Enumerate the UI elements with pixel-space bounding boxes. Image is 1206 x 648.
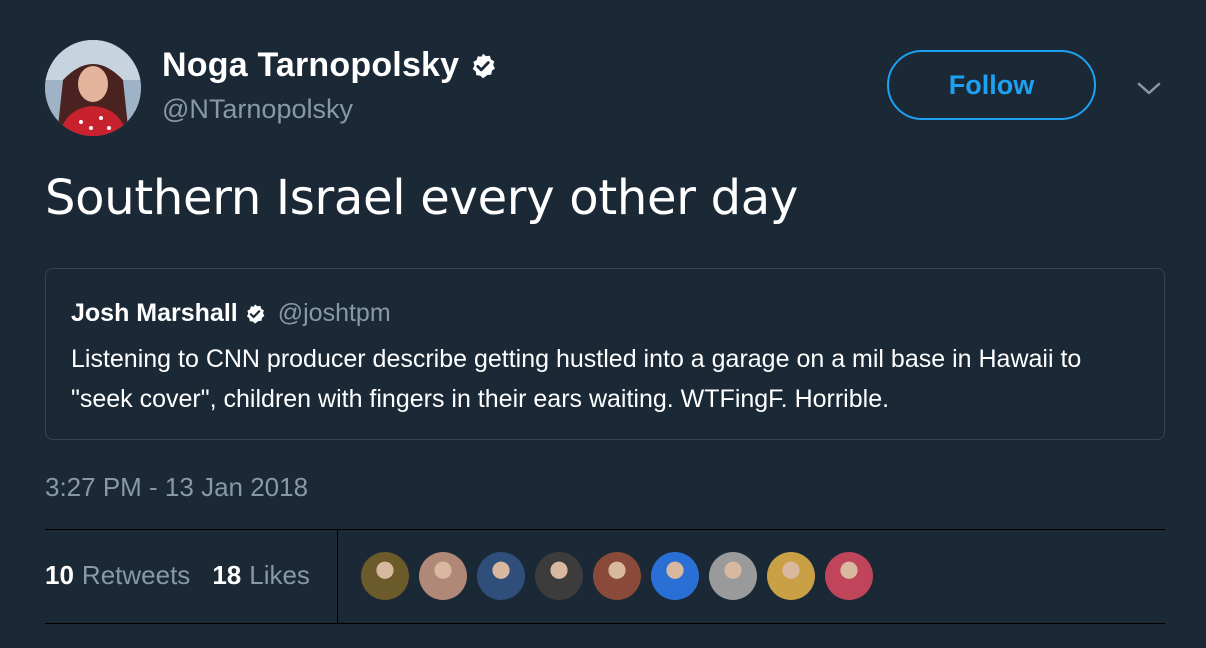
user-avatar-icon [45, 40, 141, 136]
liker-avatar-4-icon[interactable] [535, 552, 583, 600]
quoted-tweet-text: Listening to CNN producer describe getti… [71, 345, 1082, 413]
liker-avatar-2-icon[interactable] [419, 552, 467, 600]
divider-top [45, 529, 1165, 530]
divider-bottom [45, 623, 1165, 624]
liker-avatar-5-icon[interactable] [593, 552, 641, 600]
tweet-timestamp[interactable]: 3:27 PM - 13 Jan 2018 [45, 472, 308, 503]
verified-badge-icon [246, 303, 265, 324]
follow-button[interactable]: Follow [887, 50, 1096, 120]
likes-label[interactable]: Likes [249, 560, 310, 591]
liker-avatar-9-icon[interactable] [825, 552, 873, 600]
liker-avatar-3-icon[interactable] [477, 552, 525, 600]
author-name-row[interactable]: Noga Tarnopolsky [162, 46, 497, 85]
likes-count[interactable]: 18 [212, 560, 241, 591]
liker-avatars [361, 552, 883, 600]
stats-separator [337, 530, 338, 623]
author-avatar[interactable] [45, 40, 141, 136]
liker-avatar-6-icon[interactable] [651, 552, 699, 600]
tweet-stats: 10 Retweets 18 Likes [45, 560, 332, 591]
retweets-label[interactable]: Retweets [82, 560, 190, 591]
author-handle[interactable]: @NTarnopolsky [162, 94, 353, 125]
chevron-down-icon[interactable] [1135, 78, 1163, 98]
quoted-author-handle: @joshtpm [277, 299, 391, 327]
quoted-tweet-header: Josh Marshall @joshtpm [71, 299, 391, 328]
liker-avatar-1-icon[interactable] [361, 552, 409, 600]
quoted-author-name: Josh Marshall [71, 299, 238, 327]
verified-badge-icon [473, 53, 496, 78]
liker-avatar-7-icon[interactable] [709, 552, 757, 600]
tweet-text: Southern Israel every other day [45, 170, 799, 226]
author-name[interactable]: Noga Tarnopolsky [162, 46, 459, 85]
liker-avatar-8-icon[interactable] [767, 552, 815, 600]
retweets-count[interactable]: 10 [45, 560, 74, 591]
quoted-tweet[interactable]: Josh Marshall @joshtpm Listening to CNN … [45, 268, 1165, 440]
